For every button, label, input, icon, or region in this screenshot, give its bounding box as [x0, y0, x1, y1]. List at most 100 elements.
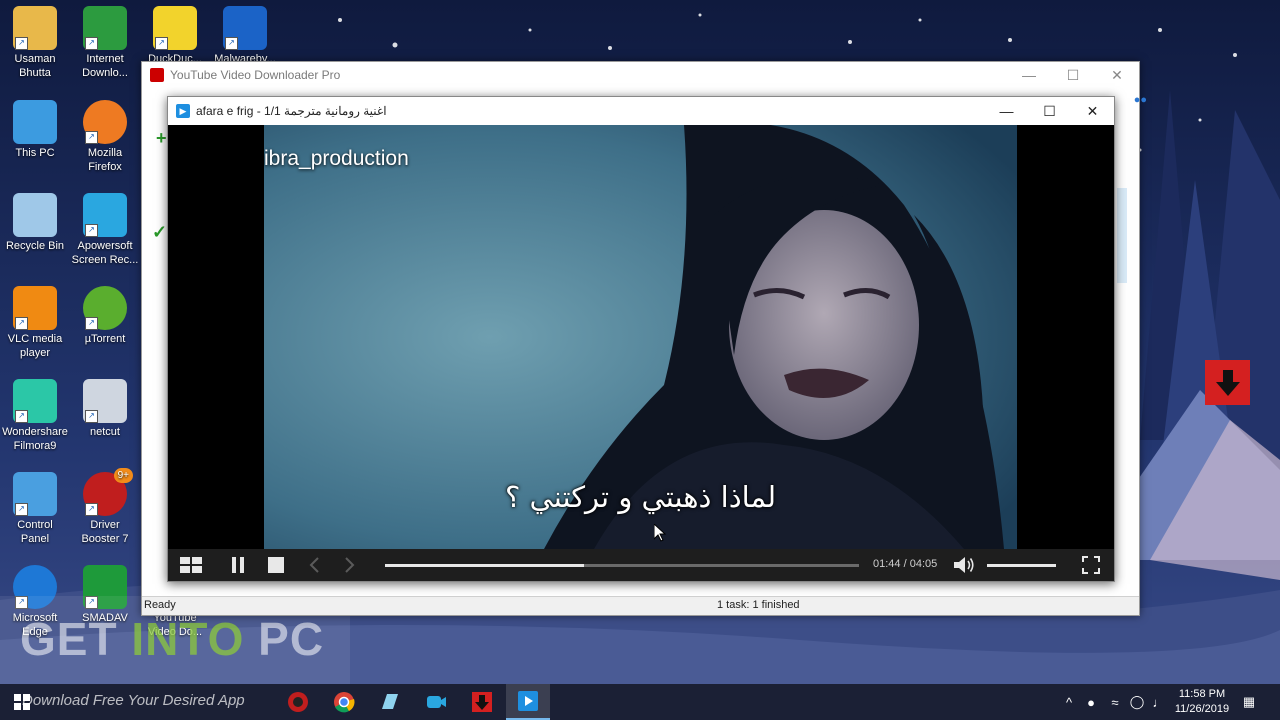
desktop-icon[interactable]: ↗ 9+ Driver Booster 7: [70, 468, 140, 546]
notification-center-icon[interactable]: ▦: [1238, 684, 1260, 720]
pause-button[interactable]: [226, 549, 250, 581]
taskbar-downloader[interactable]: [460, 684, 504, 720]
minimize-button[interactable]: —: [1007, 62, 1051, 88]
download-arrow-icon: [472, 692, 492, 712]
desktop-icon[interactable]: ↗ DuckDuc...: [140, 6, 210, 66]
volume-tray-icon[interactable]: ♩: [1148, 684, 1170, 720]
desktop-icon[interactable]: ↗ VLC media player: [0, 286, 70, 360]
video-subtitle: لماذا ذهبتي و تركتني ؟: [504, 480, 777, 514]
time-readout: 01:44 / 04:05: [873, 558, 938, 570]
driver-booster-icon: [288, 692, 308, 712]
more-options-icon[interactable]: ●●: [1134, 94, 1147, 106]
desktop-icon[interactable]: ↗ Internet Downlo...: [70, 6, 140, 80]
maximize-button[interactable]: ☐: [1051, 62, 1095, 88]
wifi-icon[interactable]: ≈: [1104, 684, 1126, 720]
desktop-icon-label: Internet Downlo...: [82, 53, 128, 79]
next-button[interactable]: [338, 549, 362, 581]
seek-bar[interactable]: [385, 564, 859, 567]
utorrent-icon: ↗: [83, 286, 127, 330]
taskbar-driver-booster[interactable]: [276, 684, 320, 720]
desktop-icon-label: VLC media player: [7, 333, 63, 359]
add-task-icon[interactable]: +: [156, 128, 167, 149]
show-hidden-icons-button[interactable]: ^: [1058, 684, 1080, 720]
desktop-icon[interactable]: This PC: [0, 100, 70, 160]
video-channel-watermark: ibra_production: [264, 147, 409, 170]
close-button[interactable]: ✕: [1095, 62, 1139, 88]
clock-time: 11:58 PM: [1178, 688, 1226, 700]
camera-icon: ↗: [83, 193, 127, 237]
desktop-icon[interactable]: ↗ Wondershare Filmora9: [0, 379, 70, 453]
player-titlebar[interactable]: ▶ اغنية رومانية مترجمة afara e frig - 1/…: [168, 97, 1114, 125]
desktop-icon[interactable]: ↗ µTorrent: [70, 286, 140, 346]
shortcut-arrow-icon: ↗: [225, 37, 238, 50]
desktop-icon[interactable]: ↗ Apowersoft Screen Rec...: [70, 193, 140, 267]
video-player-window: ▶ اغنية رومانية مترجمة afara e frig - 1/…: [167, 96, 1115, 582]
pause-icon: [232, 557, 244, 573]
youtube-downloader-shortcut-icon[interactable]: [1205, 360, 1250, 405]
playlist-grid-button[interactable]: [176, 549, 206, 581]
download-arrow-icon: [1215, 369, 1240, 396]
status-ready: Ready: [144, 599, 176, 611]
desktop-icon-label: Apowersoft Screen Rec...: [71, 240, 139, 266]
player-title: اغنية رومانية مترجمة afara e frig - 1/1: [196, 104, 387, 118]
stop-button[interactable]: [264, 549, 288, 581]
shortcut-arrow-icon: ↗: [85, 317, 98, 330]
taskbar-clock[interactable]: 11:58 PM 11/26/2019: [1170, 687, 1234, 717]
previous-button[interactable]: [302, 549, 326, 581]
seek-bar-progress: [385, 564, 585, 567]
list-scrollbar[interactable]: [1117, 188, 1127, 283]
taskbar-chrome[interactable]: [322, 684, 366, 720]
desktop-icon[interactable]: ↗ Control Panel: [0, 472, 70, 546]
time-total: 04:05: [909, 558, 938, 570]
desktop-icon-label: Driver Booster 7: [81, 519, 129, 545]
app-title: YouTube Video Downloader Pro: [170, 68, 341, 82]
internet-download-manager-icon: ↗: [83, 6, 127, 50]
desktop-icon[interactable]: ↗ Mozilla Firefox: [70, 100, 140, 174]
desktop-icon-label: This PC: [15, 147, 55, 159]
player-close-button[interactable]: ✕: [1071, 97, 1114, 125]
network-icon[interactable]: ◯: [1126, 684, 1148, 720]
shortcut-arrow-icon: ↗: [15, 37, 28, 50]
watermark-tagline: Download Free Your Desired App: [22, 692, 245, 709]
shortcut-arrow-icon: ↗: [15, 503, 28, 516]
user-folder-icon: ↗: [13, 6, 57, 50]
desktop-icon-label: Mozilla Firefox: [87, 147, 123, 173]
microphone-icon[interactable]: ●: [1080, 684, 1102, 720]
control-panel-icon: ↗: [13, 472, 57, 516]
app-titlebar[interactable]: YouTube Video Downloader Pro — ☐ ✕: [142, 62, 1139, 88]
desktop-icon[interactable]: ↗ Usaman Bhutta: [0, 6, 70, 80]
taskbar-notepad[interactable]: [368, 684, 412, 720]
desktop-icon[interactable]: ↗ netcut: [70, 379, 140, 439]
desktop-icon-label: Wondershare Filmora9: [2, 426, 68, 452]
speaker-icon: [954, 557, 974, 573]
scissors-icon: ↗: [83, 379, 127, 423]
player-play-logo-icon: ▶: [176, 104, 190, 118]
taskbar-video-player[interactable]: [506, 684, 550, 720]
desktop-icon-label: µTorrent: [84, 333, 126, 345]
shortcut-arrow-icon: ↗: [155, 37, 168, 50]
malwarebytes-icon: ↗: [223, 6, 267, 50]
notepad-icon: [382, 694, 398, 709]
clock-date: 11/26/2019: [1174, 703, 1230, 715]
grid-icon: [180, 557, 202, 573]
filmora-icon: ↗: [13, 379, 57, 423]
desktop-icon-label: Control Panel: [17, 519, 53, 545]
video-frame[interactable]: ibra_production لماذا ذهبتي و تركتني ؟: [264, 125, 1017, 549]
player-controls: 01:44 / 04:05: [168, 549, 1114, 581]
taskbar-apowersoft[interactable]: [414, 684, 458, 720]
fullscreen-button[interactable]: [1078, 549, 1104, 581]
status-task-summary: 1 task: 1 finished: [717, 599, 800, 611]
play-icon: [518, 691, 538, 711]
computer-icon: [13, 100, 57, 144]
volume-button[interactable]: [953, 549, 977, 581]
chrome-icon: [334, 692, 355, 713]
camera-icon: [427, 696, 446, 708]
shortcut-arrow-icon: ↗: [85, 131, 98, 144]
chevron-left-icon: [309, 557, 319, 573]
desktop-icon[interactable]: ↗ Malwareby...: [210, 6, 280, 66]
player-maximize-button[interactable]: ☐: [1028, 97, 1071, 125]
player-minimize-button[interactable]: —: [985, 97, 1028, 125]
volume-slider[interactable]: [987, 564, 1056, 567]
shortcut-arrow-icon: ↗: [15, 410, 28, 423]
desktop-icon[interactable]: Recycle Bin: [0, 193, 70, 253]
